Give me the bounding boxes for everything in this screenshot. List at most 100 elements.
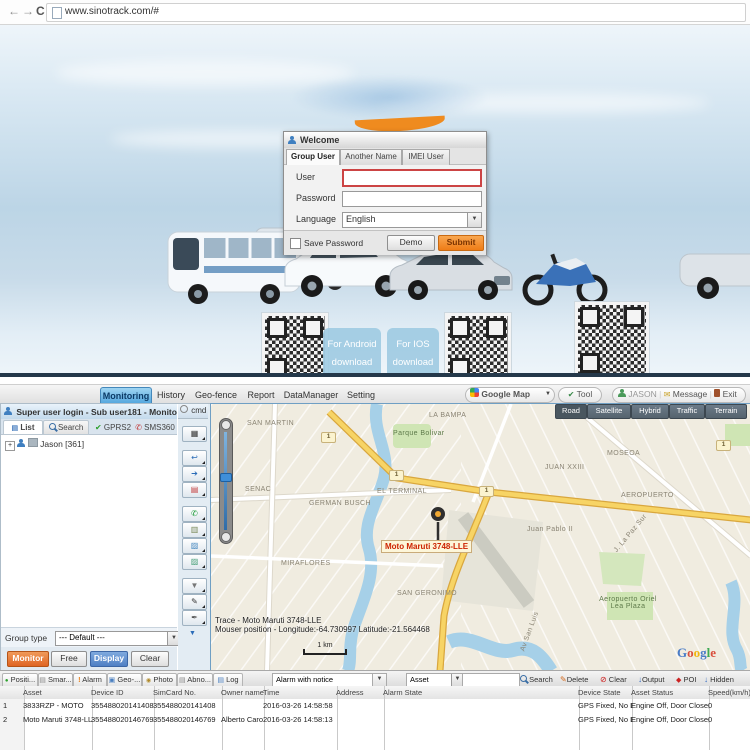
display-button[interactable]: Display (90, 651, 128, 667)
zoom-out-button[interactable] (221, 532, 231, 542)
trace-line1: Trace - Moto Maruti 3748-LLE (215, 616, 430, 625)
free-button[interactable]: Free (51, 651, 87, 667)
android-download-button[interactable]: For Android download (323, 328, 381, 377)
cmd-more-icon[interactable]: ▼ (189, 630, 196, 637)
asset-filter-select[interactable]: Asset ▼ (406, 673, 464, 687)
clear-button[interactable]: Clear (131, 651, 169, 667)
map-canvas[interactable]: 1 1 1 1 LA BAMPA SAN MARTIN Parque Boliv… (210, 403, 750, 672)
table-row[interactable]: 2 Moto Maruti 3748-LL 355488020146769 35… (0, 713, 750, 728)
search-button[interactable]: Search (520, 673, 553, 686)
cmd-reply-button[interactable]: ↩ (182, 450, 207, 466)
expander-icon[interactable]: + (5, 441, 15, 451)
screen: ← → C www.sinotrack.com/# (0, 0, 750, 750)
message-button[interactable]: Message (673, 389, 708, 399)
tab-imei-user[interactable]: IMEI User (402, 149, 450, 165)
cmd-report-button[interactable]: ▤ (182, 482, 207, 498)
cmd-forward-button[interactable]: ➔ (182, 466, 207, 482)
map-label: Parque Bolivar (393, 430, 445, 437)
tool-button[interactable]: ✔ Tool (558, 387, 602, 403)
tab-setting[interactable]: Setting (342, 387, 380, 403)
zoom-in-button[interactable] (221, 420, 231, 430)
tab-group-user[interactable]: Group User (286, 149, 340, 165)
cmd-toolbar: cmd ▦ ↩ ➔ ▤ ✆ ▥ ▨ ▨ ▼ ✎ ✒ ▼ (178, 403, 211, 672)
demo-button[interactable]: Demo (387, 235, 435, 251)
cmd-call-button[interactable]: ✆ (182, 506, 207, 522)
delete-button[interactable]: ✎Delete (560, 673, 588, 686)
map-type-hybrid[interactable]: Hybrid (631, 404, 669, 419)
table-row-empty (0, 741, 750, 750)
cmd-map-image-button[interactable]: ▨ (182, 554, 207, 570)
cmd-filter-button[interactable]: ▼ (182, 578, 207, 594)
message-icon: ✉ (664, 390, 671, 399)
alarm-filter-arrow[interactable]: ▼ (372, 673, 387, 687)
cmd-idcard-button[interactable]: ▥ (182, 522, 207, 538)
qr-code-right (575, 302, 649, 377)
group-type-select[interactable]: --- Default --- ▼ (55, 631, 181, 646)
monitor-button[interactable]: Monitor (7, 651, 49, 667)
poi-button[interactable]: ◆ POI (676, 673, 696, 686)
reply-arrow-icon: ↩ (191, 453, 198, 462)
photo-icon: ▨ (191, 541, 199, 550)
ios-download-button[interactable]: For IOS download (387, 328, 439, 377)
route-shield: 1 (479, 486, 494, 497)
asset-search-input[interactable] (462, 673, 520, 687)
tab-report[interactable]: Report (242, 387, 280, 403)
alarm-filter-select[interactable]: Alarm with notice (272, 673, 378, 687)
gprs-status[interactable]: ✔ GPRS2 (91, 420, 135, 435)
address-bar[interactable]: www.sinotrack.com/# (46, 3, 746, 22)
tab-another-name[interactable]: Another Name (340, 149, 402, 165)
language-select[interactable]: English ▼ (342, 212, 482, 228)
tab-monitoring[interactable]: Monitoring (100, 387, 152, 404)
map-label: JUAN XXIII (545, 464, 584, 471)
tree-item-jason[interactable]: + Jason [361] (5, 438, 173, 450)
car-right-fragment (680, 254, 750, 299)
save-password-label: Save Password (304, 238, 363, 248)
chevron-down-icon[interactable]: ▼ (545, 388, 551, 401)
zoom-handle[interactable] (220, 473, 232, 482)
table-row[interactable]: 1 3833RZP - MOTO 355488020141408 3554880… (0, 699, 750, 714)
doc-icon: ▤ (39, 677, 46, 684)
password-input[interactable] (342, 191, 482, 207)
submit-button[interactable]: Submit (438, 235, 484, 251)
tab-datamanager[interactable]: DataManager (282, 387, 340, 403)
user-input[interactable] (342, 169, 482, 187)
sms-label: SMS360 (144, 423, 175, 432)
reload-icon[interactable]: C (36, 4, 45, 18)
ios-download-line2: download (387, 354, 439, 372)
tab-list[interactable]: ▤ List (3, 420, 43, 435)
cmd-keyboard-button[interactable]: ▦ (182, 426, 207, 442)
clear-button[interactable]: ⊘ Clear (600, 673, 627, 686)
map-label: MOSEOA (607, 450, 640, 457)
cmd-photo-button[interactable]: ▨ (182, 538, 207, 554)
map-type-traffic[interactable]: Traffic (669, 404, 705, 419)
chevron-down-icon[interactable]: ▼ (467, 213, 481, 227)
cmd-marker-button[interactable]: ✒ (182, 610, 207, 626)
map-label: LA BAMPA (429, 412, 466, 419)
marker-pen-icon: ✒ (191, 613, 198, 622)
tab-history[interactable]: History (152, 387, 190, 403)
page-icon (52, 7, 62, 19)
save-password-checkbox[interactable] (290, 238, 301, 249)
table-header-row: Asset Device ID SimCard No. Owner name T… (0, 686, 750, 700)
user-label: User (296, 172, 315, 182)
forward-icon[interactable]: → (22, 4, 34, 18)
doc-icon: ▤ (179, 677, 186, 684)
zoom-slider[interactable] (219, 418, 233, 544)
map-provider-select[interactable]: Google Map ▼ (465, 387, 555, 403)
url-text[interactable]: www.sinotrack.com/# (65, 4, 159, 20)
map-type-road[interactable]: Road (555, 404, 587, 419)
output-button[interactable]: ↓Output (638, 673, 665, 686)
hidden-button[interactable]: ↓ Hidden (704, 673, 734, 686)
map-type-satellite[interactable]: Satellite (587, 404, 631, 419)
tree-actions: Monitor Free Display Clear (1, 647, 177, 670)
exit-button[interactable]: Exit (723, 389, 737, 399)
back-icon[interactable]: ← (8, 4, 20, 18)
tab-geo-fence[interactable]: Geo-fence (192, 387, 240, 403)
cmd-pen-button[interactable]: ✎ (182, 594, 207, 610)
tab-search[interactable]: Search (43, 420, 89, 435)
marker-label[interactable]: Moto Maruti 3748-LLE (381, 540, 472, 553)
list-icon: ▤ (11, 425, 18, 432)
forward-arrow-icon: ➔ (191, 469, 198, 478)
map-type-terrain[interactable]: Terrain (705, 404, 747, 419)
sms-status[interactable]: ✆ SMS360 (133, 420, 177, 435)
